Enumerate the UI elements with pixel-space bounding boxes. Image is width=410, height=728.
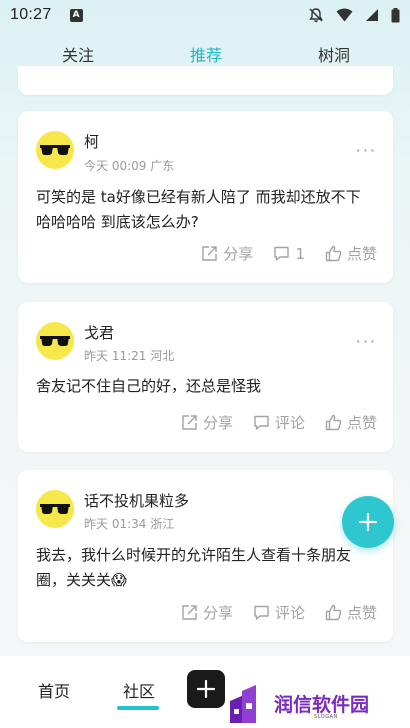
post-author[interactable]: 柯 <box>84 131 99 152</box>
watermark-slogan: SLOGAN <box>314 714 338 720</box>
post-card[interactable]: 戈君 昨天 11:21 河北 ··· 舍友记不住自己的好，还总是怪我 分享 评论… <box>18 302 393 452</box>
share-icon <box>202 246 218 261</box>
post-content[interactable]: 舍友记不住自己的好，还总是怪我 <box>36 374 375 399</box>
post-actions: 分享 1 点赞 <box>181 243 377 264</box>
like-button[interactable]: 点赞 <box>325 243 377 264</box>
share-label: 分享 <box>202 604 233 622</box>
app-notification-icon: A <box>69 8 83 22</box>
thumbs-up-icon <box>325 245 342 262</box>
post-content[interactable]: 我去，我什么时候开的允许陌生人查看十条朋友圈，关关关😱 <box>36 543 375 593</box>
post-actions: 分享 评论 点赞 <box>161 412 377 433</box>
more-options-icon[interactable]: ··· <box>356 141 377 160</box>
like-button[interactable]: 点赞 <box>325 412 377 433</box>
comment-icon <box>254 415 269 430</box>
share-icon <box>182 415 197 430</box>
like-label: 点赞 <box>346 245 377 263</box>
wifi-icon <box>336 8 353 22</box>
mute-bell-icon <box>309 8 323 23</box>
share-button[interactable]: 分享 <box>181 602 233 623</box>
share-label: 分享 <box>223 245 254 263</box>
post-actions: 分享 评论 点赞 <box>161 602 377 623</box>
post-author[interactable]: 戈君 <box>84 322 114 343</box>
nav-community[interactable]: 社区 <box>123 678 155 702</box>
like-label: 点赞 <box>346 604 377 622</box>
comment-button[interactable]: 评论 <box>253 602 305 623</box>
avatar[interactable] <box>36 131 74 169</box>
tab-tree-hole[interactable]: 树洞 <box>318 42 350 66</box>
signal-icon <box>366 9 378 21</box>
active-nav-indicator <box>117 706 159 710</box>
sunglasses-avatar-icon <box>36 322 74 360</box>
battery-icon <box>391 7 400 22</box>
nav-home[interactable]: 首页 <box>38 678 70 702</box>
post-card[interactable]: 柯 今天 00:09 广东 ··· 可笑的是 ta好像已经有新人陪了 而我却还放… <box>18 111 393 283</box>
post-author[interactable]: 话不投机果粒多 <box>84 490 189 511</box>
avatar[interactable] <box>36 490 74 528</box>
post-meta: 昨天 01:34 浙江 <box>84 517 175 531</box>
post-meta: 昨天 11:21 河北 <box>84 349 175 363</box>
avatar[interactable] <box>36 322 74 360</box>
watermark-logo-icon <box>230 685 256 723</box>
comment-button[interactable]: 评论 <box>253 412 305 433</box>
comment-icon <box>254 605 269 620</box>
watermark: 润信软件园 SLOGAN <box>226 682 410 728</box>
plus-icon <box>358 512 378 532</box>
post-content[interactable]: 可笑的是 ta好像已经有新人陪了 而我却还放不下哈哈哈哈 到底该怎么办? <box>36 185 375 235</box>
status-time: 10:27 <box>10 6 52 23</box>
status-bar: 10:27 A <box>0 0 410 30</box>
tab-follow[interactable]: 关注 <box>62 42 94 66</box>
more-options-icon[interactable]: ··· <box>356 332 377 351</box>
watermark-text: 润信软件园 <box>274 693 370 716</box>
comment-button[interactable]: 1 <box>273 245 305 263</box>
comment-icon <box>274 246 290 261</box>
post-meta: 今天 00:09 广东 <box>84 159 175 173</box>
comment-label: 评论 <box>274 414 305 432</box>
comment-label: 评论 <box>274 604 305 622</box>
tab-recommend[interactable]: 推荐 <box>190 42 222 66</box>
share-label: 分享 <box>202 414 233 432</box>
share-icon <box>182 605 197 620</box>
like-button[interactable]: 点赞 <box>325 602 377 623</box>
share-button[interactable]: 分享 <box>201 243 253 264</box>
create-post-fab[interactable] <box>342 496 394 548</box>
sunglasses-avatar-icon <box>36 490 74 528</box>
comment-count: 1 <box>295 244 305 263</box>
thumbs-up-icon <box>325 604 342 621</box>
sunglasses-avatar-icon <box>36 131 74 169</box>
plus-icon <box>197 680 215 698</box>
status-icons <box>308 7 400 23</box>
share-button[interactable]: 分享 <box>181 412 233 433</box>
post-card[interactable]: 话不投机果粒多 昨天 01:34 浙江 我去，我什么时候开的允许陌生人查看十条朋… <box>18 470 393 642</box>
like-label: 点赞 <box>346 414 377 432</box>
publish-button[interactable] <box>187 670 225 708</box>
thumbs-up-icon <box>325 414 342 431</box>
post-card-partial[interactable] <box>18 66 393 95</box>
